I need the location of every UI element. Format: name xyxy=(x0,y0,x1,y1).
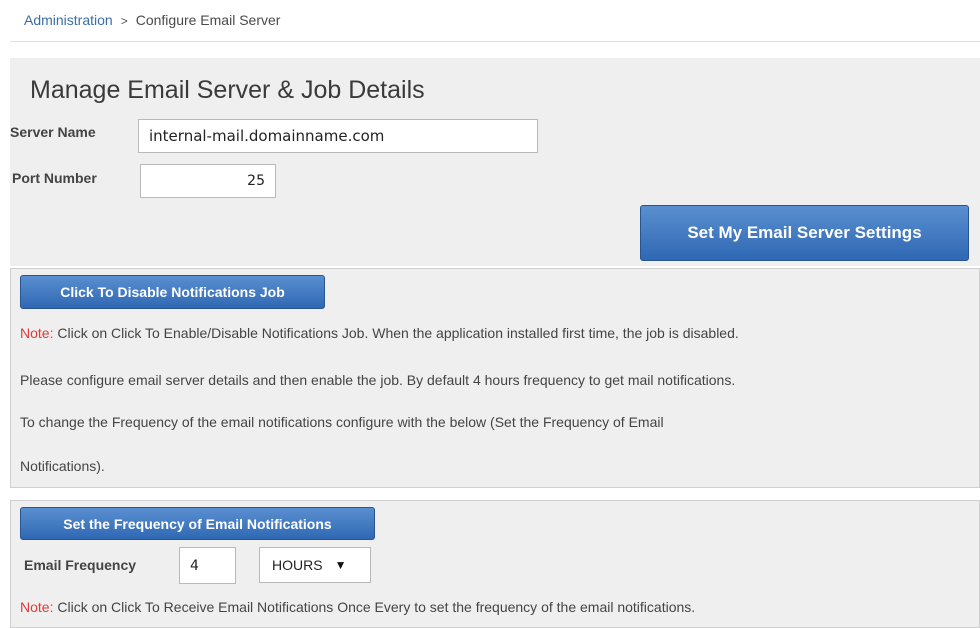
frequency-unit-selected-value: HOURS xyxy=(272,557,323,573)
disable-notifications-job-button[interactable]: Click To Disable Notifications Job xyxy=(20,275,325,309)
port-number-input[interactable]: 25 xyxy=(140,164,276,198)
note-label: Note: xyxy=(20,599,54,615)
page-title: Manage Email Server & Job Details xyxy=(30,76,425,104)
email-frequency-label: Email Frequency xyxy=(24,557,137,573)
frequency-unit-select[interactable]: HOURS ▼ xyxy=(259,547,371,583)
chevron-right-icon: > xyxy=(120,14,128,28)
caret-down-icon: ▼ xyxy=(334,558,347,572)
port-number-label: Port Number xyxy=(12,170,97,186)
note-label: Note: xyxy=(20,325,54,341)
server-name-input[interactable]: internal-mail.domainname.com xyxy=(138,119,538,153)
set-frequency-button[interactable]: Set the Frequency of Email Notifications xyxy=(20,507,375,540)
breadcrumb-current: Configure Email Server xyxy=(135,12,281,28)
breadcrumb: Administration > Configure Email Server xyxy=(10,0,980,42)
set-email-server-settings-button[interactable]: Set My Email Server Settings xyxy=(640,205,969,261)
notifications-note-line-4: Notifications). xyxy=(20,458,105,474)
notifications-note-line-1: Note: Click on Click To Enable/Disable N… xyxy=(20,325,739,341)
email-frequency-input[interactable]: 4 xyxy=(179,547,236,584)
notifications-note-line-3: To change the Frequency of the email not… xyxy=(20,414,664,430)
breadcrumb-administration-link[interactable]: Administration xyxy=(24,12,113,28)
frequency-note: Note: Click on Click To Receive Email No… xyxy=(20,599,696,615)
notifications-note-line-2: Please configure email server details an… xyxy=(20,372,736,388)
server-name-label: Server Name xyxy=(10,124,96,140)
